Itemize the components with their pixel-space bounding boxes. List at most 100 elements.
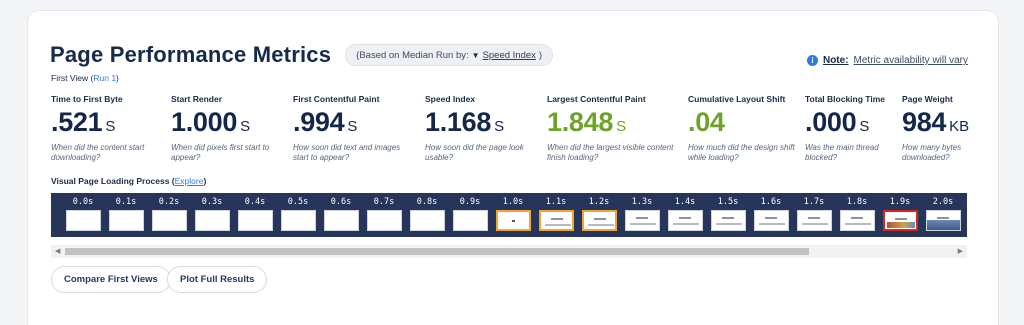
metric-description: When did the largest visible content fin…	[547, 143, 674, 162]
metric-description: How soon did the page look usable?	[425, 143, 524, 162]
filmstrip-frame[interactable]: 1.0s	[493, 193, 533, 237]
filmstrip-frame[interactable]: 1.8s	[837, 193, 877, 237]
plot-full-results-button[interactable]: Plot Full Results	[167, 266, 268, 293]
filmstrip-frame[interactable]: 0.0s	[63, 193, 103, 237]
metric-value: .000 S	[805, 107, 897, 137]
info-icon: i	[806, 55, 818, 66]
filmstrip-frame[interactable]: 1.7s	[794, 193, 834, 237]
metric-value: .04	[688, 107, 796, 137]
scrollbar-thumb[interactable]	[65, 248, 809, 255]
frame-thumbnail[interactable]	[883, 210, 918, 231]
frame-thumbnail[interactable]	[539, 210, 574, 231]
metric-note: i Note: Metric availability will vary	[806, 55, 968, 66]
frame-thumbnail[interactable]	[926, 210, 961, 231]
filmstrip-frame[interactable]: 2.0s	[923, 193, 963, 237]
metric-number: 984	[902, 107, 947, 137]
scroll-right-icon[interactable]: ▶	[958, 247, 963, 255]
metric-unit: S	[616, 118, 627, 135]
frame-time: 0.9s	[459, 197, 481, 207]
metric-6: Total Blocking Time .000 S Was the main thr…	[805, 94, 897, 163]
metric-label: Largest Contentful Paint	[547, 94, 646, 104]
metric-value: 1.000 S	[171, 107, 283, 137]
visual-progress-label: Visual Page Loading Process (Explore)	[51, 176, 206, 186]
filmstrip-frame[interactable]: 1.5s	[708, 193, 748, 237]
frame-thumbnail[interactable]	[195, 210, 230, 231]
metric-number: 1.000	[171, 107, 238, 137]
metric-description: Was the main thread blocked?	[805, 143, 879, 162]
frame-thumbnail[interactable]	[496, 210, 531, 231]
filmstrip-scrollbar[interactable]: ◀ ▶	[51, 245, 967, 258]
frame-thumbnail[interactable]	[66, 210, 101, 231]
metric-number: .04	[688, 107, 725, 137]
filmstrip-frame[interactable]: 1.1s	[536, 193, 576, 237]
run-1-link[interactable]: Run 1	[93, 73, 116, 83]
metric-label: Time to First Byte	[51, 94, 123, 104]
filmstrip-frame[interactable]: 1.6s	[751, 193, 791, 237]
title-row: Page Performance Metrics (Based on Media…	[50, 40, 554, 70]
filmstrip-frame[interactable]: 0.2s	[149, 193, 189, 237]
filmstrip-frame[interactable]: 1.9s	[880, 193, 920, 237]
frame-time: 0.6s	[330, 197, 352, 207]
metric-unit: S	[859, 118, 870, 135]
filmstrip-frame[interactable]: 0.7s	[364, 193, 404, 237]
filmstrip-frame[interactable]: 1.4s	[665, 193, 705, 237]
frame-time: 0.4s	[244, 197, 266, 207]
note-text[interactable]: Metric availability will vary	[854, 55, 968, 66]
metric-4: Largest Contentful Paint 1.848 S When did t…	[547, 94, 677, 163]
compare-first-views-button[interactable]: Compare First Views	[51, 266, 171, 293]
run-metric-select[interactable]: Speed Index	[483, 50, 536, 61]
frame-thumbnail[interactable]	[840, 210, 875, 231]
metric-label: Page Weight	[902, 94, 953, 104]
frame-thumbnail[interactable]	[324, 210, 359, 231]
frame-time: 0.3s	[201, 197, 223, 207]
scroll-left-icon[interactable]: ◀	[55, 247, 60, 255]
metric-3: Speed Index 1.168 S How soon did the page l…	[425, 94, 537, 163]
frame-thumbnail[interactable]	[625, 210, 660, 231]
frame-thumbnail[interactable]	[238, 210, 273, 231]
frame-thumbnail[interactable]	[281, 210, 316, 231]
metric-number: 1.168	[425, 107, 492, 137]
frame-thumbnail[interactable]	[109, 210, 144, 231]
metric-unit: S	[105, 118, 116, 135]
frame-time: 2.0s	[932, 197, 954, 207]
filmstrip-frame[interactable]: 0.4s	[235, 193, 275, 237]
filmstrip-frame[interactable]: 0.9s	[450, 193, 490, 237]
metric-label: Start Render	[171, 94, 223, 104]
frame-thumbnail[interactable]	[582, 210, 617, 231]
filmstrip-frame[interactable]: 0.8s	[407, 193, 447, 237]
frame-thumbnail[interactable]	[152, 210, 187, 231]
frame-thumbnail[interactable]	[668, 210, 703, 231]
filmstrip-frame[interactable]: 0.6s	[321, 193, 361, 237]
metric-value: .521 S	[51, 107, 163, 137]
frame-thumbnail[interactable]	[410, 210, 445, 231]
frame-time: 0.0s	[72, 197, 94, 207]
filmstrip-frame[interactable]: 1.2s	[579, 193, 619, 237]
visual-label-close: )	[203, 176, 207, 186]
filmstrip-frame[interactable]: 1.3s	[622, 193, 662, 237]
frame-time: 1.2s	[588, 197, 610, 207]
frame-time: 0.5s	[287, 197, 309, 207]
median-run-selector[interactable]: (Based on Median Run by: ▼ Speed Index )	[345, 44, 554, 66]
frame-time: 1.9s	[889, 197, 911, 207]
frame-thumbnail[interactable]	[453, 210, 488, 231]
first-view-label: First View (Run 1)	[51, 73, 119, 83]
filmstrip[interactable]: 0.0s 0.1s 0.2s 0.3s 0.4s 0.5s 0.6s 0.7s 0.8s 0.9s…	[51, 193, 967, 237]
frame-thumbnail[interactable]	[754, 210, 789, 231]
metric-value: 1.168 S	[425, 107, 537, 137]
metric-label: Total Blocking Time	[805, 94, 885, 104]
page-title: Page Performance Metrics	[50, 42, 332, 67]
metric-value: .994 S	[293, 107, 415, 137]
metric-value: 1.848 S	[547, 107, 677, 137]
filmstrip-frame[interactable]: 0.1s	[106, 193, 146, 237]
filmstrip-frame[interactable]: 0.3s	[192, 193, 232, 237]
metric-unit: S	[240, 118, 251, 135]
frame-time: 1.7s	[803, 197, 825, 207]
frame-thumbnail[interactable]	[367, 210, 402, 231]
frame-time: 1.5s	[717, 197, 739, 207]
frame-thumbnail[interactable]	[797, 210, 832, 231]
frame-thumbnail[interactable]	[711, 210, 746, 231]
note-label: Note:	[822, 55, 849, 66]
filmstrip-frame[interactable]: 0.5s	[278, 193, 318, 237]
metric-description: When did pixels first start to appear?	[171, 143, 270, 162]
explore-link[interactable]: Explore	[175, 176, 204, 186]
